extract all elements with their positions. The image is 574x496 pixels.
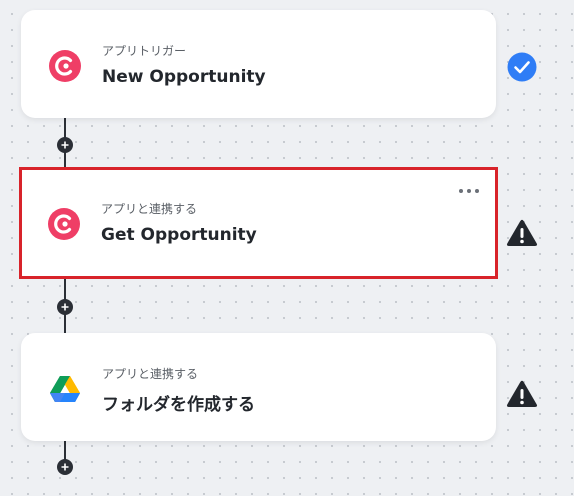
- step-subtitle: アプリと連携する: [102, 367, 199, 381]
- plus-icon: [61, 303, 69, 311]
- action-step-card[interactable]: アプリと連携する フォルダを作成する: [21, 333, 496, 441]
- step-subtitle: アプリと連携する: [101, 202, 198, 216]
- more-options-button[interactable]: [459, 186, 479, 196]
- more-dot: [475, 189, 479, 193]
- add-step-button[interactable]: [57, 459, 73, 475]
- more-dot: [467, 189, 471, 193]
- google-drive-icon: [50, 376, 80, 402]
- check-circle-icon: [507, 52, 537, 82]
- pink-c-logo-icon: [49, 50, 81, 82]
- plus-icon: [61, 141, 69, 149]
- step-title: フォルダを作成する: [102, 395, 255, 415]
- step-title: New Opportunity: [102, 67, 266, 87]
- warning-icon: [506, 219, 538, 246]
- add-step-button[interactable]: [57, 299, 73, 315]
- action-step-card-selected[interactable]: アプリと連携する Get Opportunity: [19, 167, 498, 279]
- pink-c-logo-icon: [48, 208, 80, 240]
- add-step-button[interactable]: [57, 137, 73, 153]
- step-title: Get Opportunity: [101, 225, 257, 245]
- plus-icon: [61, 463, 69, 471]
- step-subtitle: アプリトリガー: [102, 44, 187, 58]
- trigger-step-card[interactable]: アプリトリガー New Opportunity: [21, 10, 496, 118]
- warning-icon: [506, 380, 538, 407]
- more-dot: [459, 189, 463, 193]
